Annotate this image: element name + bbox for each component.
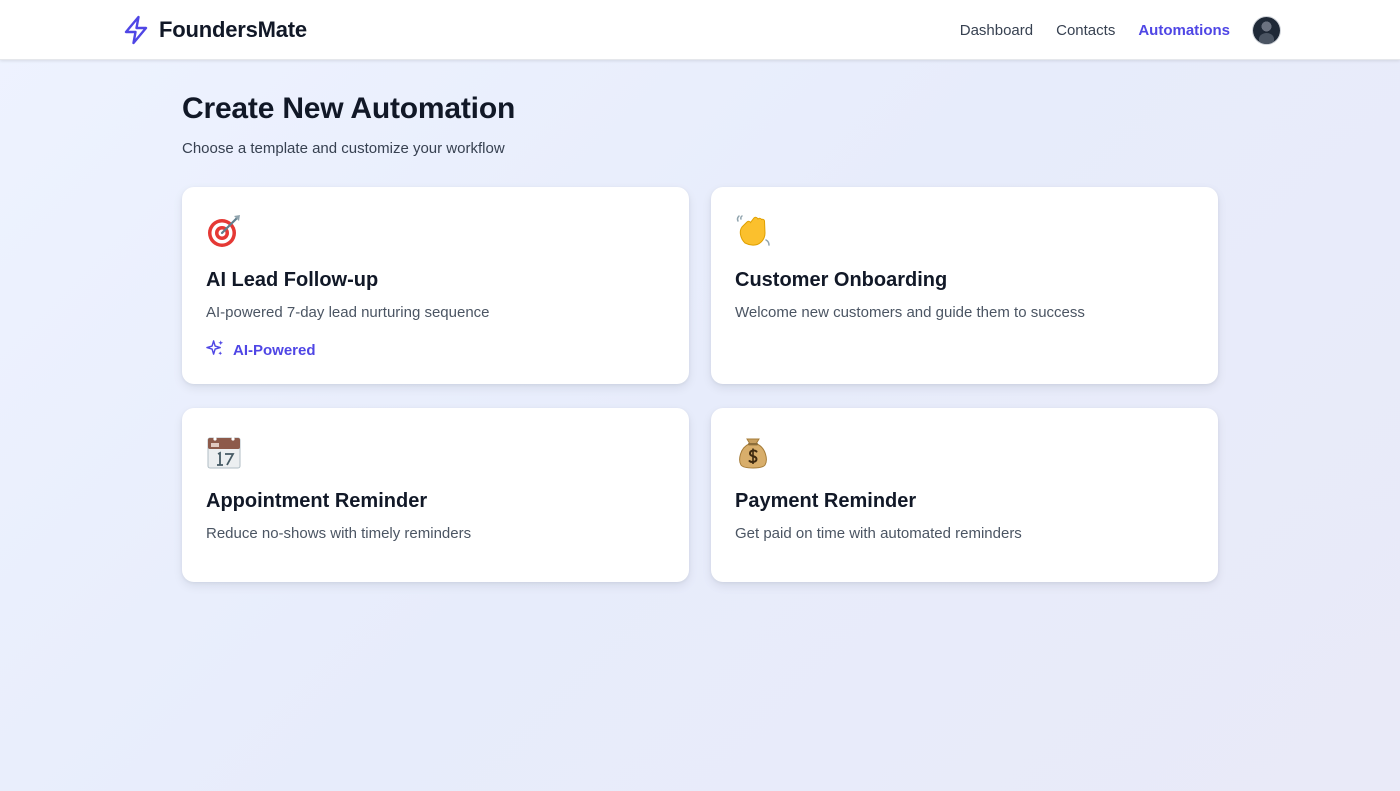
card-description: AI-powered 7-day lead nurturing sequence <box>206 304 490 321</box>
ai-powered-badge: AI-Powered <box>206 339 665 362</box>
card-title: AI Lead Follow-up <box>206 269 379 291</box>
lightning-bolt-icon <box>122 15 150 45</box>
brand-logo[interactable]: FoundersMate <box>122 14 307 46</box>
user-avatar[interactable] <box>1253 16 1280 44</box>
calendar-icon <box>206 434 665 470</box>
card-title: Appointment Reminder <box>206 490 428 512</box>
page-header: Create New Automation Choose a template … <box>182 92 515 157</box>
template-card-ai-lead-follow-up[interactable]: AI Lead Follow-up AI-powered 7-day lead … <box>182 187 689 384</box>
nav-link-contacts[interactable]: Contacts <box>1056 22 1115 39</box>
card-description: Reduce no-shows with timely reminders <box>206 525 472 542</box>
page-subtitle: Choose a template and customize your wor… <box>182 140 505 157</box>
target-icon <box>206 213 665 249</box>
template-card-payment-reminder[interactable]: Payment Reminder Get paid on time with a… <box>711 408 1218 582</box>
page-title: Create New Automation <box>182 92 516 125</box>
sparkle-icon <box>206 339 233 362</box>
nav-links: Dashboard Contacts Automations <box>960 15 1280 45</box>
nav-link-automations[interactable]: Automations <box>1138 22 1230 39</box>
top-navbar: FoundersMate Dashboard Contacts Automati… <box>0 0 1400 60</box>
card-title: Customer Onboarding <box>735 269 948 291</box>
card-title: Payment Reminder <box>735 490 917 512</box>
badge-label: AI-Powered <box>233 342 316 359</box>
template-card-appointment-reminder[interactable]: Appointment Reminder Reduce no-shows wit… <box>182 408 689 582</box>
waving-hand-icon <box>735 213 1194 249</box>
brand-name: FoundersMate <box>159 17 307 42</box>
card-description: Get paid on time with automated reminder… <box>735 525 1022 542</box>
template-card-customer-onboarding[interactable]: Customer Onboarding Welcome new customer… <box>711 187 1218 384</box>
card-description: Welcome new customers and guide them to … <box>735 304 1085 321</box>
nav-link-dashboard[interactable]: Dashboard <box>960 22 1033 39</box>
money-bag-icon <box>735 434 1194 470</box>
